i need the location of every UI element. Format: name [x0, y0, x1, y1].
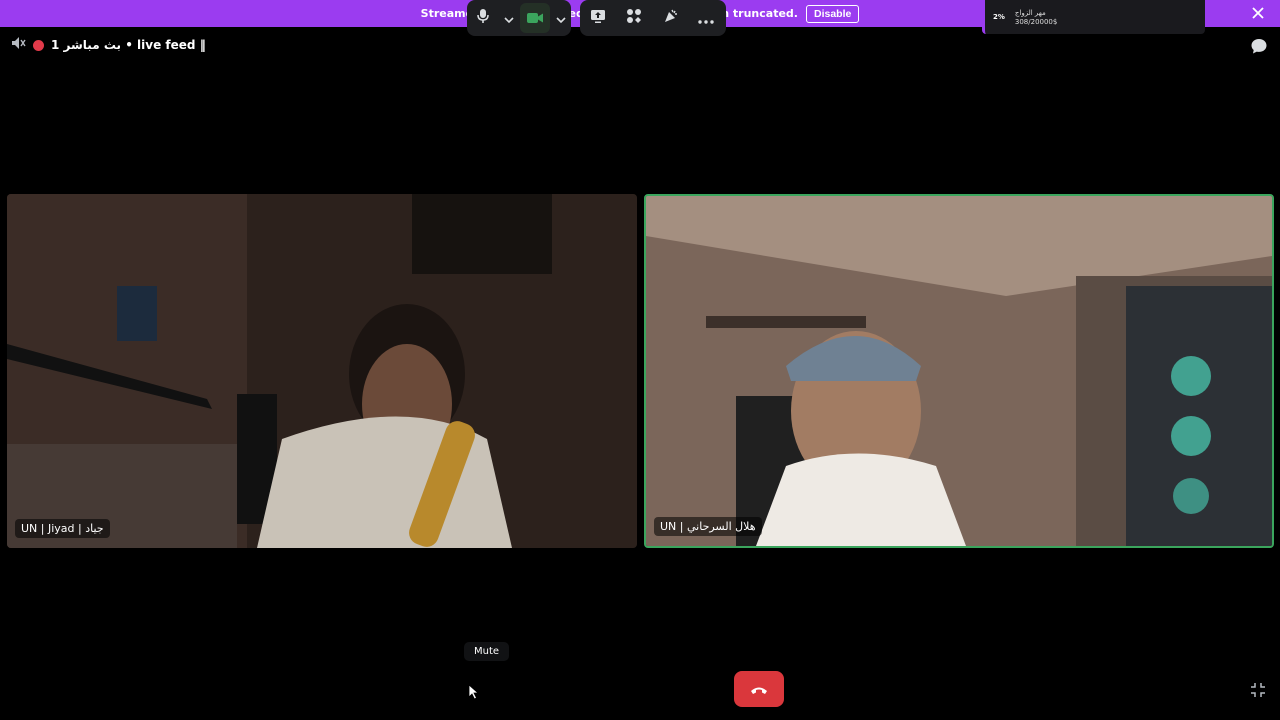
mute-tooltip: Mute [464, 642, 510, 661]
channel-name: بث مباشر 1 • live feed ‖ [51, 38, 206, 52]
video-feed-image [646, 196, 1272, 546]
close-icon[interactable] [1250, 5, 1266, 21]
more-dots-icon [698, 9, 714, 28]
camera-button[interactable] [519, 0, 552, 36]
disable-streamer-mode-button[interactable]: Disable [805, 4, 860, 23]
audio-options-button[interactable] [500, 0, 519, 36]
screen-share-button[interactable] [580, 0, 616, 36]
camera-icon [520, 3, 551, 33]
activity-controls [580, 0, 726, 36]
activities-button[interactable] [616, 0, 652, 36]
hang-up-icon [750, 680, 768, 699]
video-tile[interactable]: UN | Jiyad | جياد [7, 194, 637, 548]
mouse-cursor-icon [468, 684, 480, 704]
live-indicator-icon [33, 39, 44, 51]
donation-goal-popup: 2% مهر الزواج 308/20000$ [982, 0, 1205, 34]
video-tile-speaking[interactable]: UN | هلال السرحاني [644, 194, 1274, 548]
participant-name-tag: UN | Jiyad | جياد [15, 519, 110, 538]
speaker-muted-icon[interactable] [10, 35, 26, 55]
chevron-down-icon [504, 9, 514, 28]
video-feed-image [7, 194, 637, 548]
fullscreen-exit-icon[interactable] [1250, 682, 1266, 698]
donation-percent: 2% [993, 13, 1005, 21]
chevron-down-icon [556, 9, 566, 28]
video-options-button[interactable] [552, 0, 571, 36]
soundboard-button[interactable] [652, 0, 688, 36]
donation-amount: 308/20000$ [1014, 17, 1058, 26]
disconnect-button[interactable] [734, 671, 784, 707]
soundboard-icon [662, 8, 678, 28]
screen-share-icon [590, 9, 606, 28]
activity-rocket-icon [626, 8, 642, 28]
audio-video-controls [467, 0, 571, 36]
donation-title: مهر الزواج [1014, 8, 1046, 17]
channel-header: بث مباشر 1 • live feed ‖ [10, 36, 206, 54]
chat-icon[interactable] [1250, 37, 1268, 55]
more-options-button[interactable] [688, 0, 724, 36]
microphone-icon [476, 8, 490, 28]
participant-name-tag: UN | هلال السرحاني [654, 517, 762, 536]
microphone-button[interactable] [467, 0, 500, 36]
